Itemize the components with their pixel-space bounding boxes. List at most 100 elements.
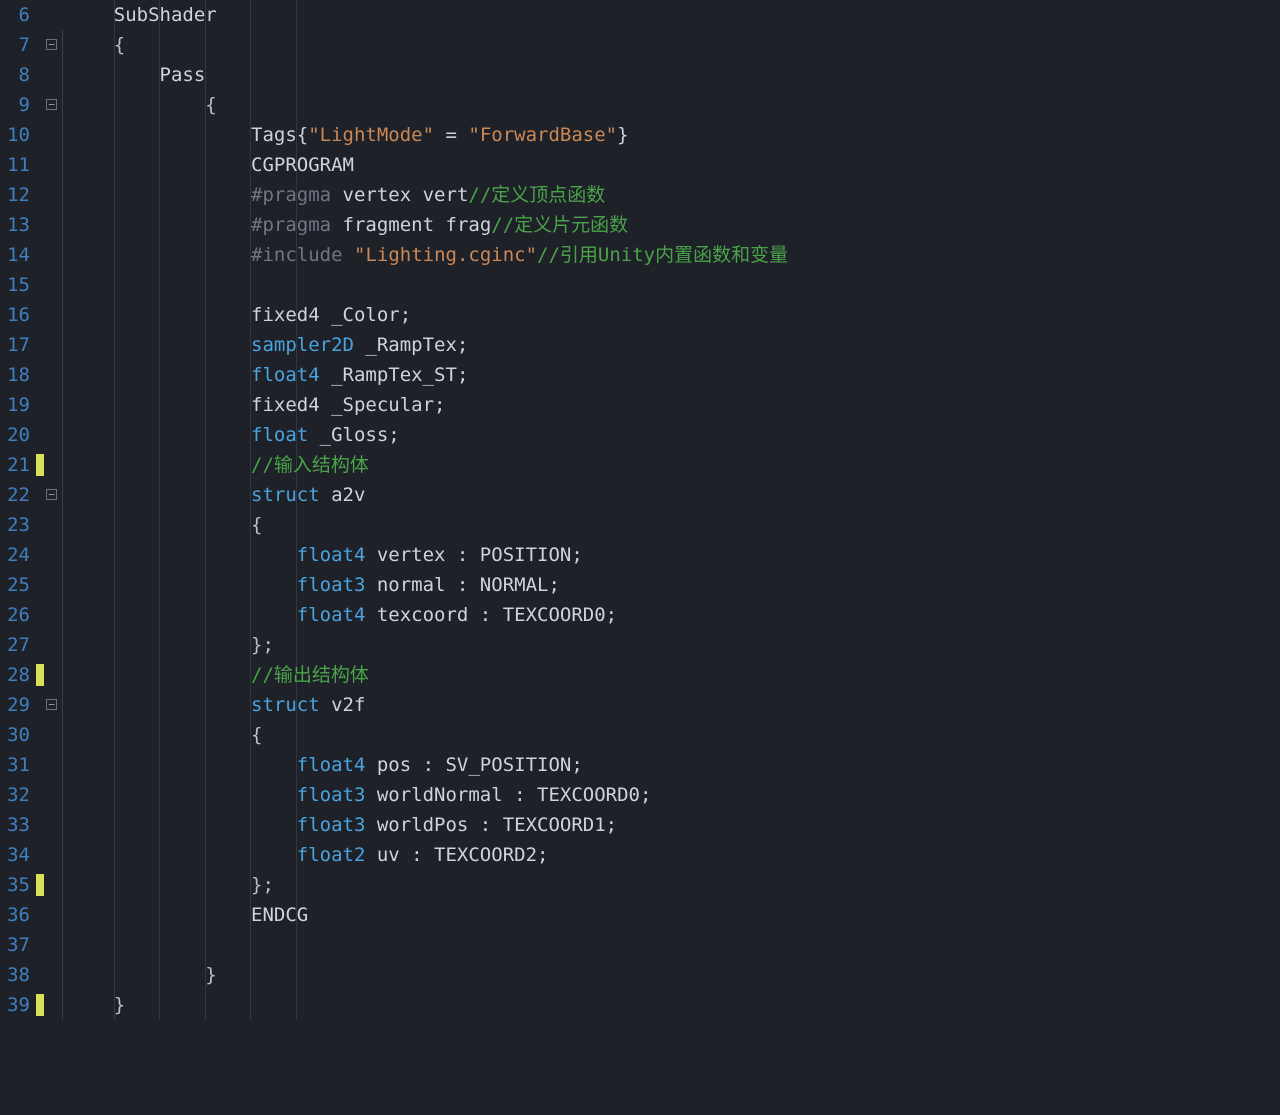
- fold-toggle[interactable]: [46, 39, 57, 50]
- code-line[interactable]: [68, 270, 251, 300]
- indent-whitespace: [68, 394, 251, 416]
- line-number: 16: [0, 300, 34, 330]
- indent-whitespace: [68, 484, 251, 506]
- fold-column: [46, 0, 60, 1020]
- code-token: sampler2D: [251, 334, 354, 356]
- code-token: #include: [251, 244, 343, 266]
- code-line[interactable]: //输入结构体: [68, 450, 369, 480]
- code-line[interactable]: {: [68, 510, 262, 540]
- indent-whitespace: [68, 454, 251, 476]
- code-token: float4: [251, 364, 320, 386]
- code-line[interactable]: Pass: [68, 60, 205, 90]
- code-token: float4: [297, 604, 366, 626]
- code-line[interactable]: #pragma vertex vert//定义顶点函数: [68, 180, 605, 210]
- code-token: #pragma: [251, 214, 331, 236]
- code-line[interactable]: struct a2v: [68, 480, 365, 510]
- code-token: ENDCG: [251, 904, 308, 926]
- code-token: "LightMode": [308, 124, 434, 146]
- line-number: 31: [0, 750, 34, 780]
- code-line[interactable]: #pragma fragment frag//定义片元函数: [68, 210, 628, 240]
- line-number: 21: [0, 450, 34, 480]
- code-token: uv : TEXCOORD2;: [365, 844, 548, 866]
- indent-whitespace: [68, 574, 297, 596]
- indent-whitespace: [68, 874, 251, 896]
- indent-whitespace: [68, 604, 297, 626]
- code-token: texcoord : TEXCOORD0;: [365, 604, 617, 626]
- indent-whitespace: [68, 994, 114, 1016]
- code-token: CGPROGRAM: [251, 154, 354, 176]
- code-token: "ForwardBase": [468, 124, 617, 146]
- code-token: "Lighting.cginc": [354, 244, 537, 266]
- code-line[interactable]: SubShader: [68, 0, 217, 30]
- code-line[interactable]: sampler2D _RampTex;: [68, 330, 468, 360]
- line-number: 17: [0, 330, 34, 360]
- indent-whitespace: [68, 274, 251, 296]
- code-line[interactable]: float3 worldNormal : TEXCOORD0;: [68, 780, 651, 810]
- indent-whitespace: [68, 364, 251, 386]
- code-line[interactable]: {: [68, 90, 217, 120]
- code-line[interactable]: {: [68, 30, 125, 60]
- line-number: 34: [0, 840, 34, 870]
- code-line[interactable]: fixed4 _Color;: [68, 300, 411, 330]
- code-token: float4: [297, 754, 366, 776]
- code-token: fixed4 _Color;: [251, 304, 411, 326]
- code-line[interactable]: }: [68, 990, 125, 1020]
- code-token: Pass: [160, 64, 206, 86]
- indent-whitespace: [68, 964, 205, 986]
- line-number: 10: [0, 120, 34, 150]
- code-line[interactable]: CGPROGRAM: [68, 150, 354, 180]
- code-line[interactable]: float4 pos : SV_POSITION;: [68, 750, 583, 780]
- code-token: {: [205, 94, 216, 116]
- code-token: SubShader: [114, 4, 217, 26]
- change-marker: [36, 664, 44, 686]
- code-line[interactable]: float _Gloss;: [68, 420, 400, 450]
- code-line[interactable]: //输出结构体: [68, 660, 369, 690]
- line-number: 35: [0, 870, 34, 900]
- code-line[interactable]: float3 worldPos : TEXCOORD1;: [68, 810, 617, 840]
- code-token: _Gloss;: [308, 424, 400, 446]
- code-line[interactable]: };: [68, 630, 274, 660]
- code-line[interactable]: struct v2f: [68, 690, 365, 720]
- code-token: float4: [297, 544, 366, 566]
- code-line[interactable]: Tags{"LightMode" = "ForwardBase"}: [68, 120, 629, 150]
- fold-toggle[interactable]: [46, 99, 57, 110]
- code-token: =: [434, 124, 468, 146]
- code-line[interactable]: #include "Lighting.cginc"//引用Unity内置函数和变…: [68, 240, 788, 270]
- code-token: //引用Unity内置函数和变量: [537, 244, 788, 266]
- code-token: worldNormal : TEXCOORD0;: [365, 784, 651, 806]
- code-token: //输入结构体: [251, 454, 369, 476]
- line-number: 14: [0, 240, 34, 270]
- fold-toggle[interactable]: [46, 489, 57, 500]
- code-line[interactable]: float4 texcoord : TEXCOORD0;: [68, 600, 617, 630]
- code-token: _RampTex;: [354, 334, 468, 356]
- code-line[interactable]: };: [68, 870, 274, 900]
- indent-whitespace: [68, 934, 251, 956]
- code-token: [343, 244, 354, 266]
- code-line[interactable]: ENDCG: [68, 900, 308, 930]
- code-editor[interactable]: 6789101112131415161718192021222324252627…: [0, 0, 1280, 1115]
- code-line[interactable]: }: [68, 960, 217, 990]
- line-number: 20: [0, 420, 34, 450]
- line-number: 24: [0, 540, 34, 570]
- code-line[interactable]: [68, 930, 251, 960]
- line-number: 19: [0, 390, 34, 420]
- code-token: _RampTex_ST;: [320, 364, 469, 386]
- code-line[interactable]: float4 _RampTex_ST;: [68, 360, 468, 390]
- code-line[interactable]: float3 normal : NORMAL;: [68, 570, 560, 600]
- indent-whitespace: [68, 694, 251, 716]
- indent-whitespace: [68, 94, 205, 116]
- code-token: }: [617, 124, 628, 146]
- code-token: }: [114, 994, 125, 1016]
- code-line[interactable]: fixed4 _Specular;: [68, 390, 446, 420]
- code-token: float2: [297, 844, 366, 866]
- code-token: fragment frag: [331, 214, 491, 236]
- code-line[interactable]: {: [68, 720, 262, 750]
- indent-whitespace: [68, 724, 251, 746]
- code-line[interactable]: float4 vertex : POSITION;: [68, 540, 583, 570]
- indent-whitespace: [68, 544, 297, 566]
- line-number: 36: [0, 900, 34, 930]
- code-token: normal : NORMAL;: [365, 574, 559, 596]
- code-line[interactable]: float2 uv : TEXCOORD2;: [68, 840, 548, 870]
- code-token: v2f: [320, 694, 366, 716]
- fold-toggle[interactable]: [46, 699, 57, 710]
